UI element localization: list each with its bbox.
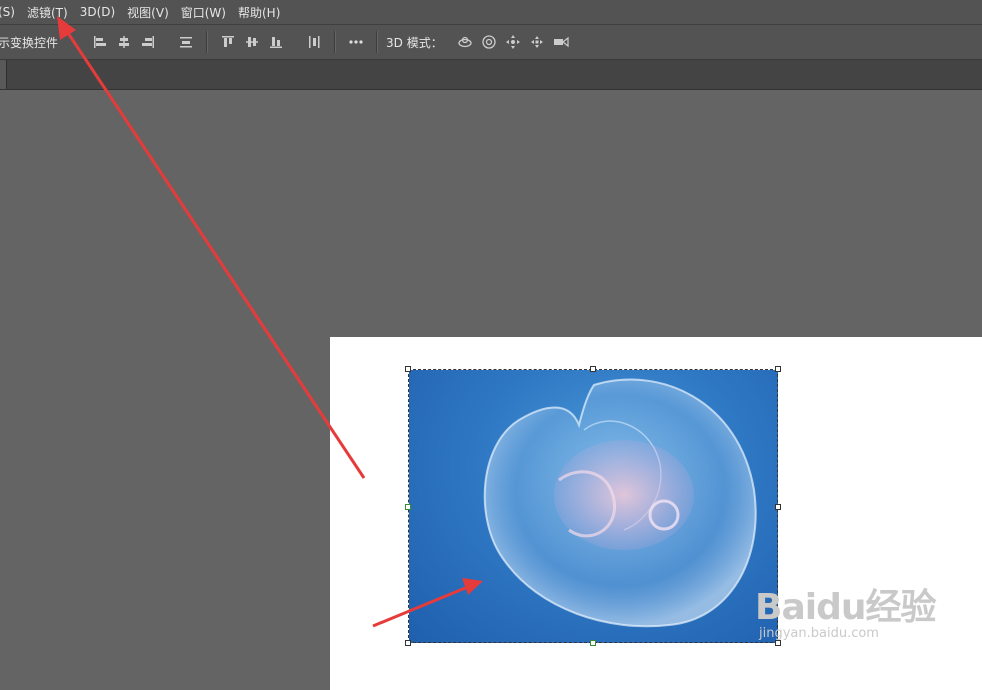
options-bar: 示变换控件 3D 模式： xyxy=(0,25,982,60)
roll-icon[interactable] xyxy=(480,33,498,51)
menu-bar: (S) 滤镜(T) 3D(D) 视图(V) 窗口(W) 帮助(H) xyxy=(0,0,982,25)
transform-handle-bottom-right[interactable] xyxy=(775,640,781,646)
separator xyxy=(376,31,379,53)
transform-handle-right[interactable] xyxy=(775,504,781,510)
transform-handle-top[interactable] xyxy=(590,366,596,372)
align-middle-v-icon[interactable] xyxy=(243,33,261,51)
document-tab[interactable] xyxy=(0,60,7,89)
transform-handle-top-left[interactable] xyxy=(405,366,411,372)
distribute-v-icon[interactable] xyxy=(305,33,323,51)
menu-window[interactable]: 窗口(W) xyxy=(175,4,232,21)
menu-help[interactable]: 帮助(H) xyxy=(232,4,286,21)
transform-handle-bottom-left[interactable] xyxy=(405,640,411,646)
separator xyxy=(206,31,209,53)
pan-icon[interactable] xyxy=(504,33,522,51)
align-left-icon[interactable] xyxy=(91,33,109,51)
camera-scale-icon[interactable] xyxy=(552,33,570,51)
more-icon[interactable] xyxy=(347,33,365,51)
transform-handle-bottom[interactable] xyxy=(590,640,596,646)
menu-3d[interactable]: 3D(D) xyxy=(74,5,121,19)
orbit-icon[interactable] xyxy=(456,33,474,51)
menu-view[interactable]: 视图(V) xyxy=(121,4,175,21)
slide-icon[interactable] xyxy=(528,33,546,51)
transform-handle-left[interactable] xyxy=(405,504,411,510)
3d-mode-label: 3D 模式： xyxy=(386,35,443,50)
transform-handle-top-right[interactable] xyxy=(775,366,781,372)
align-top-icon[interactable] xyxy=(219,33,237,51)
document-tab-bar xyxy=(0,60,982,90)
transform-controls-label[interactable]: 示变换控件 xyxy=(0,34,58,51)
menu-filter[interactable]: 滤镜(T) xyxy=(21,4,74,21)
align-bottom-icon[interactable] xyxy=(267,33,285,51)
separator xyxy=(334,31,337,53)
distribute-h-icon[interactable] xyxy=(177,33,195,51)
jellyfish-image[interactable] xyxy=(409,370,778,643)
jellyfish-illustration xyxy=(483,378,757,628)
align-center-h-icon[interactable] xyxy=(115,33,133,51)
align-right-icon[interactable] xyxy=(139,33,157,51)
menu-select[interactable]: (S) xyxy=(0,5,21,19)
